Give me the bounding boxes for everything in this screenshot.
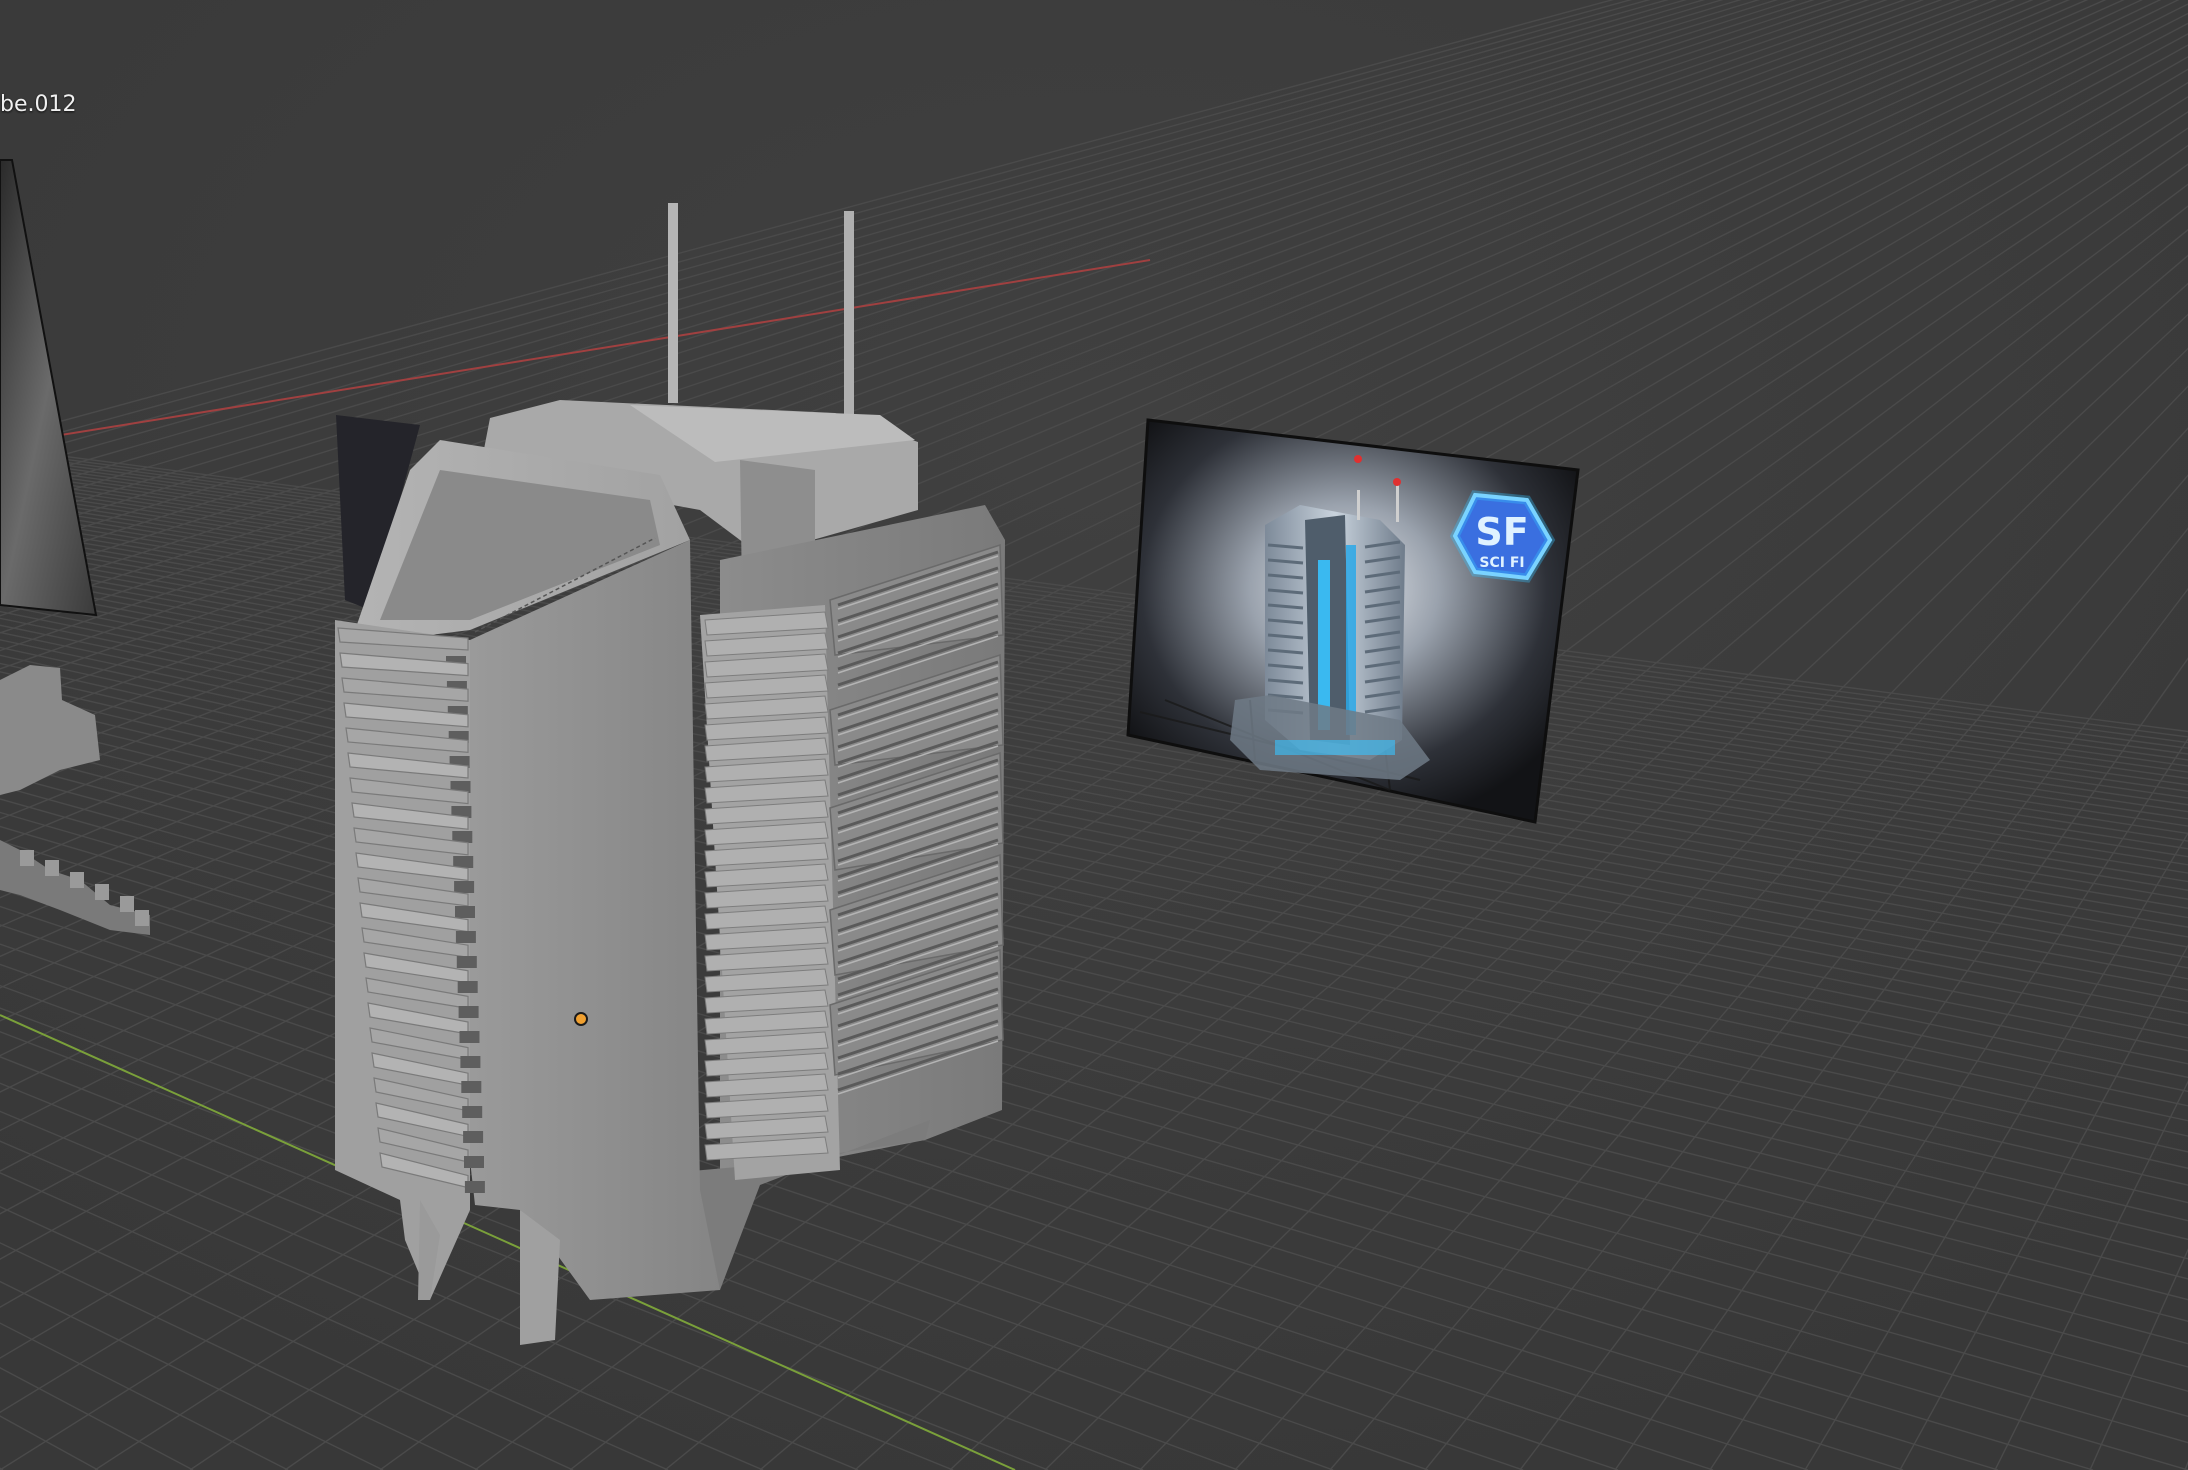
right-fins xyxy=(829,543,1004,1095)
sf-badge-line2: SCI FI xyxy=(1479,555,1524,571)
viewport-scene[interactable]: SF SCI FI xyxy=(0,0,2188,1470)
left-fin-slot xyxy=(454,881,475,893)
left-fin-slot xyxy=(462,1106,483,1118)
3d-viewport[interactable]: SF SCI FI be.012 xyxy=(0,0,2188,1470)
left-fin-slot xyxy=(464,1156,484,1168)
left-fin-slot xyxy=(455,906,475,918)
sf-badge-logo: SF SCI FI xyxy=(1449,490,1556,583)
left-fin-slot xyxy=(463,1131,484,1143)
left-fin-slot xyxy=(464,1181,485,1193)
tower-front-face xyxy=(470,540,720,1300)
antenna-right xyxy=(844,211,854,426)
left-fin-slot xyxy=(457,981,478,993)
left-fin-slot xyxy=(459,1031,480,1043)
left-fin-slot xyxy=(455,931,476,943)
antenna-left xyxy=(668,203,678,403)
origin-dot-icon[interactable] xyxy=(574,1012,588,1026)
left-fin-slot xyxy=(456,956,477,968)
active-object-label: be.012 xyxy=(0,92,77,117)
viewport-background xyxy=(0,0,2188,1470)
left-fin-slot xyxy=(460,1056,481,1068)
left-fin-slot xyxy=(461,1081,482,1093)
sf-badge-line1: SF xyxy=(1475,510,1528,554)
left-fin-slot xyxy=(458,1006,479,1018)
